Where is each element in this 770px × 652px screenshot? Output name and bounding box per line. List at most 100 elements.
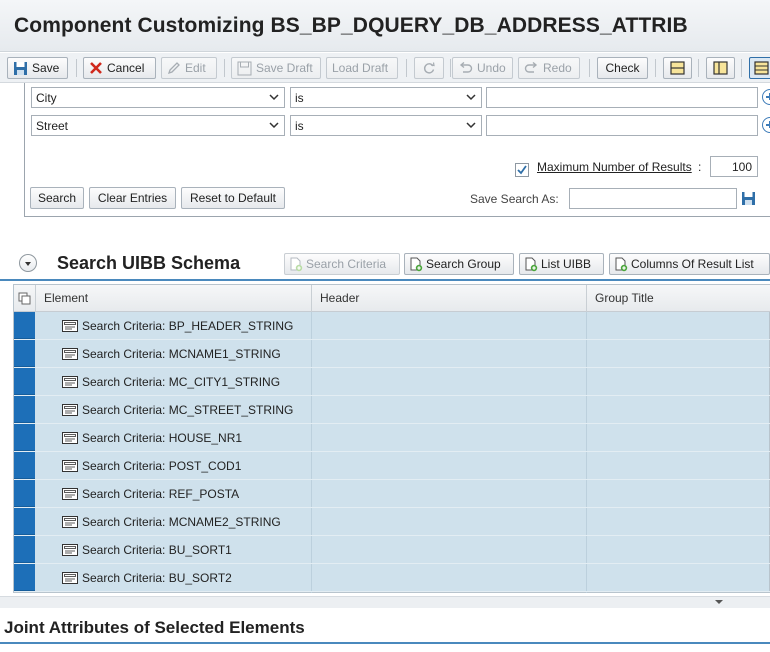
element-cell: Search Criteria: MCNAME2_STRING (62, 515, 281, 529)
element-cell: Search Criteria: POST_COD1 (62, 459, 241, 473)
element-label: Search Criteria: POST_COD1 (82, 459, 242, 473)
row-selector[interactable] (14, 340, 35, 367)
element-label: Search Criteria: BU_SORT2 (82, 571, 232, 585)
search-button-label: Search (37, 191, 77, 205)
toolbar-separator (76, 59, 77, 77)
table-row[interactable]: Search Criteria: BP_HEADER_STRING (14, 312, 770, 340)
element-cell: Search Criteria: BU_SORT2 (62, 571, 232, 585)
chevron-down-icon (466, 94, 476, 101)
joint-attributes-header: Joint Attributes of Selected Elements (0, 608, 770, 644)
field-icon (62, 460, 78, 472)
load-draft-button[interactable]: Load Draft (326, 57, 398, 79)
row-selector[interactable] (14, 368, 35, 395)
save-search-input[interactable] (569, 188, 737, 209)
redo-button[interactable]: Redo (518, 57, 580, 79)
save-label: Save (32, 61, 60, 75)
table-row[interactable]: Search Criteria: MCNAME1_STRING (14, 340, 770, 368)
search-attribute-select[interactable]: City (31, 87, 285, 108)
field-icon (62, 320, 78, 332)
edit-button[interactable]: Edit (161, 57, 217, 79)
add-search-group-button[interactable]: Search Group (404, 253, 514, 275)
row-selector[interactable] (14, 424, 35, 451)
add-list-uibb-button[interactable]: List UIBB (519, 253, 604, 275)
table-row[interactable]: Search Criteria: REF_POSTA (14, 480, 770, 508)
row-selector[interactable] (14, 480, 35, 507)
layout-rows-button[interactable] (663, 57, 692, 79)
collapse-icon[interactable] (19, 254, 37, 272)
row-selector[interactable] (14, 312, 35, 339)
max-results-value: 100 (731, 160, 752, 174)
search-attribute-select[interactable]: Street (31, 115, 285, 136)
element-label: Search Criteria: MC_CITY1_STRING (82, 375, 281, 389)
refresh-button[interactable] (414, 57, 444, 79)
element-label: Search Criteria: HOUSE_NR1 (82, 431, 243, 445)
check-button[interactable]: Check (597, 57, 648, 79)
add-criteria-icon[interactable] (762, 89, 770, 105)
table-scroll-row (0, 596, 770, 608)
field-icon (62, 376, 78, 388)
row-selector[interactable] (14, 564, 35, 591)
save-draft-button[interactable]: Save Draft (231, 57, 321, 79)
table-row[interactable]: Search Criteria: BU_SORT2 (14, 564, 770, 592)
add-criteria-icon[interactable] (762, 117, 770, 133)
toolbar-separator (589, 59, 590, 77)
column-header-group-title[interactable]: Group Title (586, 285, 770, 312)
column-header-element[interactable]: Element (35, 285, 311, 312)
layout-list-button[interactable] (749, 57, 770, 79)
element-label: Search Criteria: REF_POSTA (82, 487, 240, 501)
column-header-label: Element (44, 291, 89, 305)
pencil-icon (167, 62, 180, 75)
max-results-checkbox[interactable] (515, 163, 529, 177)
list-uibb-label: List UIBB (541, 257, 592, 271)
chevron-down-icon (269, 94, 279, 101)
clear-entries-button[interactable]: Clear Entries (89, 187, 176, 209)
scroll-down-icon[interactable] (715, 600, 723, 604)
row-selector[interactable] (14, 508, 35, 535)
element-cell: Search Criteria: MC_CITY1_STRING (62, 375, 280, 389)
search-group-label: Search Group (426, 257, 501, 271)
title-bar: Component Customizing BS_BP_DQUERY_DB_AD… (0, 0, 770, 52)
field-icon (62, 544, 78, 556)
add-columns-button[interactable]: Columns Of Result List (609, 253, 770, 275)
search-button[interactable]: Search (30, 187, 84, 209)
cancel-button[interactable]: Cancel (83, 57, 156, 79)
table-row[interactable]: Search Criteria: MCNAME2_STRING (14, 508, 770, 536)
search-operator-value: is (295, 91, 304, 105)
element-label: Search Criteria: MCNAME2_STRING (82, 515, 281, 529)
joint-attributes-title: Joint Attributes of Selected Elements (4, 618, 305, 637)
add-search-criteria-button[interactable]: Search Criteria (284, 253, 400, 275)
search-attribute-value: Street (36, 119, 69, 133)
row-selector[interactable] (14, 536, 35, 563)
save-icon (14, 61, 27, 75)
undo-button[interactable]: Undo (452, 57, 513, 79)
layout-columns-button[interactable] (706, 57, 735, 79)
schema-table: Element Header Group Title Search Criter… (13, 284, 770, 593)
reset-to-default-label: Reset to Default (189, 191, 277, 205)
table-row[interactable]: Search Criteria: POST_COD1 (14, 452, 770, 480)
save-button[interactable]: Save (7, 57, 68, 79)
save-icon[interactable] (741, 191, 756, 206)
table-row[interactable]: Search Criteria: HOUSE_NR1 (14, 424, 770, 452)
element-cell: Search Criteria: HOUSE_NR1 (62, 431, 242, 445)
search-value-input[interactable] (486, 87, 758, 108)
select-all-button[interactable] (14, 285, 35, 312)
search-operator-select[interactable]: is (290, 87, 482, 108)
redo-icon (524, 62, 538, 73)
table-row[interactable]: Search Criteria: MC_STREET_STRING (14, 396, 770, 424)
cancel-label: Cancel (107, 61, 145, 75)
column-header-header[interactable]: Header (311, 285, 586, 312)
load-draft-label: Load Draft (332, 61, 389, 75)
reset-to-default-button[interactable]: Reset to Default (181, 187, 285, 209)
row-selector[interactable] (14, 396, 35, 423)
field-icon (62, 348, 78, 360)
element-cell: Search Criteria: MC_STREET_STRING (62, 403, 293, 417)
search-attribute-value: City (36, 91, 57, 105)
search-operator-select[interactable]: is (290, 115, 482, 136)
select-all-icon (18, 292, 31, 305)
search-value-input[interactable] (486, 115, 758, 136)
undo-icon (459, 62, 473, 73)
row-selector[interactable] (14, 452, 35, 479)
max-results-input[interactable]: 100 (710, 156, 758, 177)
table-row[interactable]: Search Criteria: MC_CITY1_STRING (14, 368, 770, 396)
table-row[interactable]: Search Criteria: BU_SORT1 (14, 536, 770, 564)
